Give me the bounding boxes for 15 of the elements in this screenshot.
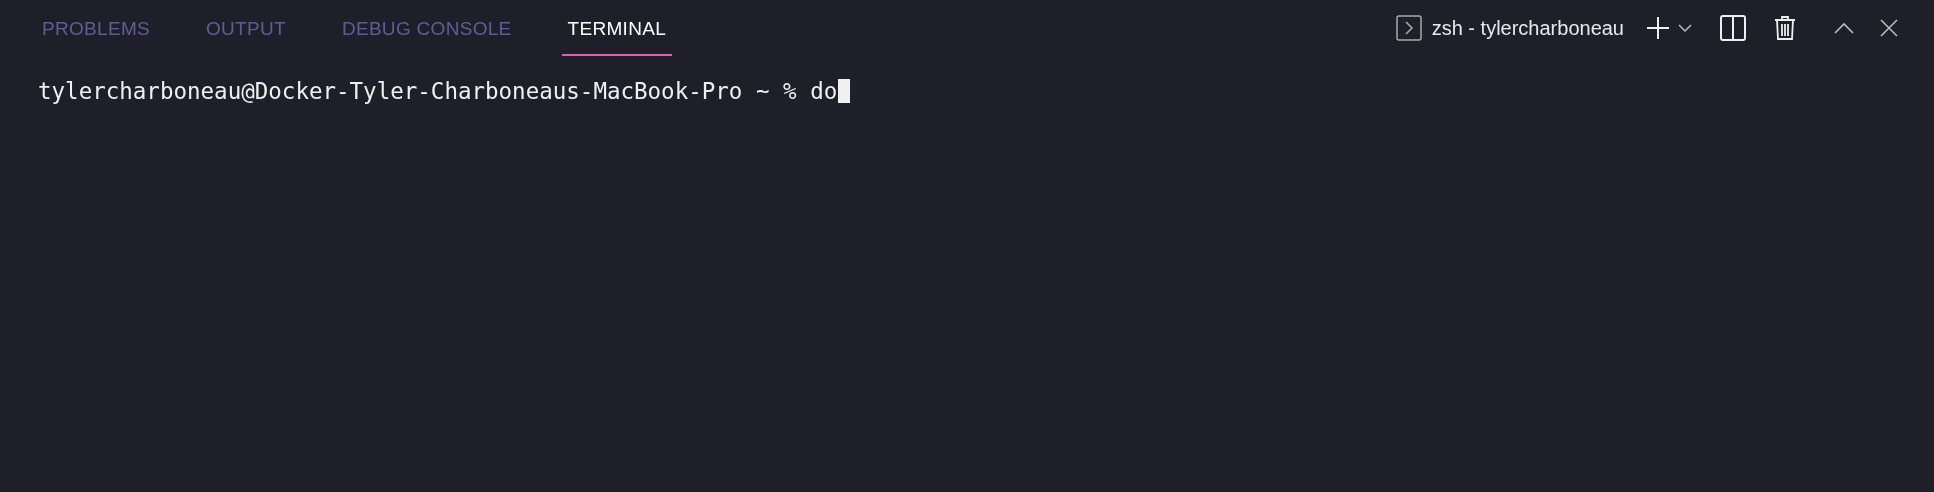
- terminal-selector[interactable]: zsh - tylercharboneau: [1395, 15, 1624, 41]
- trash-icon[interactable]: [1774, 15, 1796, 41]
- close-icon[interactable]: [1880, 19, 1898, 37]
- panel-tab[interactable]: OUTPUT: [200, 0, 292, 56]
- split-icon[interactable]: [1720, 15, 1746, 41]
- terminal-icon: [1395, 15, 1422, 41]
- add-icon[interactable]: [1646, 16, 1670, 40]
- typed-text: do: [810, 78, 838, 104]
- panel-tab[interactable]: PROBLEMS: [36, 0, 156, 56]
- chevron-down-icon[interactable]: [1678, 23, 1692, 33]
- panel-tab[interactable]: TERMINAL: [561, 0, 673, 56]
- chevron-up-icon[interactable]: [1834, 22, 1854, 34]
- text-cursor: [838, 79, 851, 103]
- panel-tab[interactable]: DEBUG CONSOLE: [335, 0, 518, 56]
- terminal-prompt: tylercharboneau@Docker-Tyler-Charboneaus-MacBook-Pro ~ %: [38, 78, 798, 104]
